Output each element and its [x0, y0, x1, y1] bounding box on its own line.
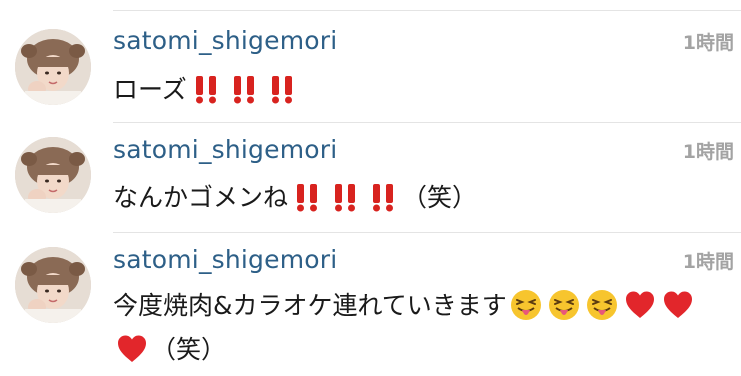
- comment-item: satomi_shigemori 1時間 今度焼肉&カラオケ連れていきます （笑）: [0, 233, 741, 376]
- double-exclamation-icon: [329, 181, 361, 213]
- comment-item: satomi_shigemori 1時間 ローズ: [0, 11, 741, 123]
- avatar[interactable]: [15, 29, 91, 105]
- comment-username[interactable]: satomi_shigemori: [113, 135, 337, 165]
- double-exclamation-icon: [228, 73, 260, 105]
- comment-timestamp: 1時間: [682, 251, 734, 273]
- comment-feed: satomi_shigemori 1時間 ローズ satomi_shigemor…: [0, 0, 741, 376]
- double-exclamation-icon: [190, 73, 222, 105]
- comment-item: satomi_shigemori 1時間 なんかゴメンね （笑）: [0, 123, 741, 233]
- red-heart-icon: [116, 333, 148, 365]
- comment-text: 今度焼肉&カラオケ連れていきます （笑）: [113, 284, 723, 372]
- comment-tail: （笑）: [151, 335, 227, 364]
- comment-body: ローズ: [113, 75, 187, 104]
- comment-username[interactable]: satomi_shigemori: [113, 26, 337, 56]
- double-exclamation-icon: [266, 73, 298, 105]
- red-heart-icon: [662, 289, 694, 321]
- squinting-tongue-face-icon: [548, 289, 580, 321]
- double-exclamation-icon: [367, 181, 399, 213]
- comment-timestamp: 1時間: [682, 32, 734, 54]
- red-heart-icon: [624, 289, 656, 321]
- squinting-tongue-face-icon: [510, 289, 542, 321]
- comment-timestamp: 1時間: [682, 141, 734, 163]
- comment-text: なんかゴメンね （笑）: [113, 176, 723, 220]
- double-exclamation-icon: [291, 181, 323, 213]
- avatar[interactable]: [15, 247, 91, 323]
- comment-text: ローズ: [113, 68, 723, 112]
- avatar[interactable]: [15, 137, 91, 213]
- comment-body: なんかゴメンね: [113, 183, 289, 212]
- comment-body: 今度焼肉&カラオケ連れていきます: [113, 291, 507, 320]
- squinting-tongue-face-icon: [586, 289, 618, 321]
- comment-username[interactable]: satomi_shigemori: [113, 245, 337, 275]
- comment-tail: （笑）: [402, 183, 478, 212]
